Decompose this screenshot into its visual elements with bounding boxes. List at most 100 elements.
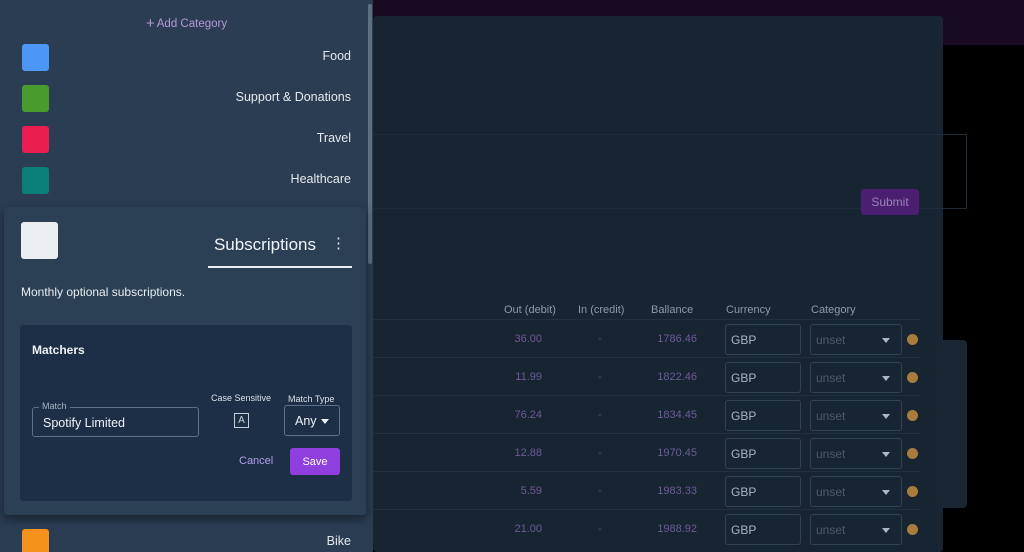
side-card <box>943 340 967 508</box>
currency-field[interactable]: GBP <box>725 438 801 469</box>
out-debit-cell: 11.99 <box>515 371 542 383</box>
category-label: Healthcare <box>290 172 351 186</box>
category-item-travel[interactable]: Travel <box>0 124 365 154</box>
category-item-food[interactable]: Food <box>0 42 365 72</box>
add-category-button[interactable]: + Add Category <box>146 15 227 32</box>
matchers-panel: Matchers Match Spotify Limited Case Sens… <box>20 325 352 501</box>
category-select[interactable]: unset <box>810 476 902 507</box>
add-category-label: Add Category <box>156 18 228 30</box>
balance-cell: 1983.33 <box>657 485 697 497</box>
table-row: 11.99 - 1822.46 GBP unset <box>373 357 920 395</box>
category-sidebar: + Add Category Food Support & Donations T… <box>0 0 373 552</box>
table-row: 76.24 - 1834.45 GBP unset <box>373 395 920 433</box>
category-name[interactable]: Subscriptions <box>214 235 316 255</box>
status-dot <box>907 334 918 345</box>
out-debit-cell: 21.00 <box>514 523 542 535</box>
status-dot <box>907 448 918 459</box>
category-select[interactable]: unset <box>810 438 902 469</box>
category-label: Support & Donations <box>235 90 351 104</box>
cancel-button[interactable]: Cancel <box>239 455 273 467</box>
currency-field[interactable]: GBP <box>725 362 801 393</box>
submit-button[interactable]: Submit <box>861 189 919 215</box>
out-debit-cell: 5.59 <box>520 485 542 497</box>
match-input[interactable]: Match Spotify Limited <box>32 401 199 437</box>
out-debit-cell: 12.88 <box>514 447 542 459</box>
category-description[interactable]: Monthly optional subscriptions. <box>21 285 185 299</box>
category-color-picker[interactable] <box>21 222 58 259</box>
case-sensitive-icon[interactable]: A <box>234 413 249 428</box>
category-item-support-donations[interactable]: Support & Donations <box>0 83 365 113</box>
plus-icon: + <box>146 15 155 32</box>
chevron-down-icon <box>882 376 890 381</box>
header-currency: Currency <box>726 304 771 316</box>
chevron-down-icon <box>882 452 890 457</box>
header-balance: Ballance <box>651 304 694 316</box>
status-dot <box>907 372 918 383</box>
header-category: Category <box>811 304 856 316</box>
category-select[interactable]: unset <box>810 362 902 393</box>
table-row: 5.59 - 1983.33 GBP unset <box>373 471 920 509</box>
chevron-down-icon <box>882 490 890 495</box>
category-select[interactable]: unset <box>810 324 902 355</box>
balance-cell: 1822.46 <box>657 371 697 383</box>
category-item-healthcare[interactable]: Healthcare <box>0 165 365 195</box>
category-value: unset <box>816 523 846 537</box>
in-credit-cell: - <box>598 523 602 535</box>
category-editor-card: Subscriptions ⋮ Monthly optional subscri… <box>4 207 366 515</box>
category-color-swatch <box>22 85 49 112</box>
category-item-bike[interactable]: Bike <box>0 527 365 552</box>
category-color-swatch <box>22 529 49 552</box>
currency-field[interactable]: GBP <box>725 324 801 355</box>
table-row: 12.88 - 1970.45 GBP unset <box>373 433 920 471</box>
match-type-select[interactable]: Any <box>284 405 340 436</box>
category-value: unset <box>816 409 846 423</box>
matchers-title: Matchers <box>32 343 85 357</box>
header-in-credit: In (credit) <box>578 304 625 316</box>
match-type-value: Any <box>295 414 317 428</box>
currency-field[interactable]: GBP <box>725 400 801 431</box>
out-debit-cell: 76.24 <box>514 409 542 421</box>
in-credit-cell: - <box>598 371 602 383</box>
match-label: Match <box>39 401 70 411</box>
in-credit-cell: - <box>598 485 602 497</box>
category-select[interactable]: unset <box>810 514 902 545</box>
balance-cell: 1786.46 <box>657 333 697 345</box>
category-value: unset <box>816 371 846 385</box>
category-label: Travel <box>316 131 351 145</box>
in-credit-cell: - <box>598 447 602 459</box>
table-row: 36.00 - 1786.46 GBP unset <box>373 319 920 357</box>
category-label: Food <box>322 49 352 63</box>
sidebar-scrollbar[interactable] <box>368 4 372 264</box>
category-color-swatch <box>22 167 49 194</box>
category-label: Bike <box>326 534 351 548</box>
chevron-down-icon <box>882 338 890 343</box>
balance-cell: 1970.45 <box>657 447 697 459</box>
chevron-down-icon <box>321 419 329 424</box>
balance-cell: 1988.92 <box>657 523 697 535</box>
category-color-swatch <box>22 126 49 153</box>
more-vert-icon[interactable]: ⋮ <box>331 235 346 255</box>
category-color-swatch <box>22 44 49 71</box>
chevron-down-icon <box>882 414 890 419</box>
category-value: unset <box>816 447 846 461</box>
status-dot <box>907 410 918 421</box>
currency-field[interactable]: GBP <box>725 514 801 545</box>
match-type-label: Match Type <box>288 394 335 404</box>
category-value: unset <box>816 485 846 499</box>
save-button[interactable]: Save <box>290 448 340 475</box>
currency-field[interactable]: GBP <box>725 476 801 507</box>
header-out-debit: Out (debit) <box>504 304 556 316</box>
match-value: Spotify Limited <box>43 416 125 430</box>
table-row: 21.00 - 1988.92 GBP unset <box>373 509 920 547</box>
case-sensitive-label: Case Sensitive <box>211 393 272 403</box>
in-credit-cell: - <box>598 409 602 421</box>
chevron-down-icon <box>882 528 890 533</box>
status-dot <box>907 524 918 535</box>
status-dot <box>907 486 918 497</box>
category-value: unset <box>816 333 846 347</box>
name-underline <box>208 266 352 268</box>
in-credit-cell: - <box>598 333 602 345</box>
balance-cell: 1834.45 <box>657 409 697 421</box>
category-select[interactable]: unset <box>810 400 902 431</box>
out-debit-cell: 36.00 <box>514 333 542 345</box>
